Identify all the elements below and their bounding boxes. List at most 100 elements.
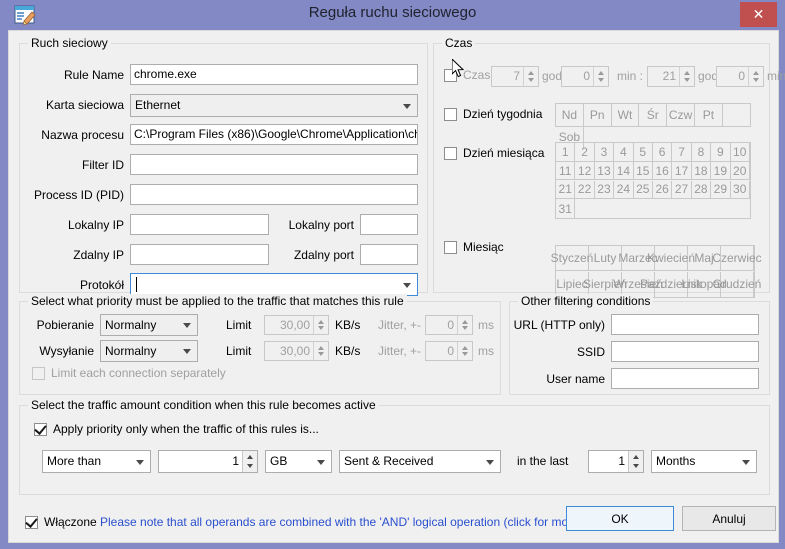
period-spin-buttons[interactable]	[628, 451, 643, 472]
filter-id-input[interactable]	[130, 154, 418, 175]
monthday-cell-27[interactable]: 27	[672, 180, 692, 200]
download-limit-spinner[interactable]: 30,00	[264, 315, 329, 335]
upload-jitter-spinner[interactable]: 0	[425, 341, 473, 361]
ssid-input[interactable]	[611, 341, 759, 362]
operator-combo[interactable]: More than	[42, 450, 151, 473]
weekday-cell-Pt[interactable]: Pt	[695, 104, 723, 126]
download-limit-spin-buttons[interactable]	[313, 316, 328, 334]
weekday-cell-Pn[interactable]: Pn	[584, 104, 612, 126]
to-minute-spinner[interactable]: 0	[716, 66, 764, 87]
monthday-cell-28[interactable]: 28	[691, 180, 712, 200]
monthday-cell-4[interactable]: 4	[614, 143, 634, 162]
monthday-cell-1[interactable]: 1	[556, 143, 576, 162]
monthday-cell-2[interactable]: 2	[575, 143, 595, 162]
weekday-checkbox[interactable]	[444, 108, 457, 121]
monthday-cell-18[interactable]: 18	[691, 161, 712, 181]
monthday-cell-8[interactable]: 8	[691, 143, 712, 162]
download-priority-combo[interactable]: Normalny	[100, 314, 198, 336]
pid-input[interactable]	[130, 184, 418, 205]
monthday-cell-7[interactable]: 7	[672, 143, 692, 162]
monthday-cell-22[interactable]: 22	[575, 180, 595, 200]
monthday-cell-29[interactable]: 29	[711, 180, 731, 200]
operator-value: More than	[47, 454, 102, 468]
apply-priority-checkbox[interactable]	[34, 422, 47, 436]
adapter-combo[interactable]: Ethernet	[130, 94, 418, 117]
label-download-limit: Limit	[226, 318, 252, 332]
and-operation-info-link[interactable]: Please note that all operands are combin…	[100, 515, 606, 529]
ok-button[interactable]: OK	[566, 506, 674, 531]
month-cell-Czerwiec[interactable]: Czerwiec	[712, 246, 762, 271]
monthday-cell-26[interactable]: 26	[652, 180, 673, 200]
monthday-cell-24[interactable]: 24	[614, 180, 634, 200]
local-port-input[interactable]	[360, 214, 418, 235]
to-hour-spinner[interactable]: 21	[647, 66, 695, 87]
monthday-cell-5[interactable]: 5	[633, 143, 653, 162]
month-grid[interactable]: Styczeń Luty Marzec Kwiecień Maj Czerwiec Lipi…	[551, 245, 762, 298]
local-ip-input[interactable]	[130, 214, 269, 235]
process-name-input[interactable]: C:\Program Files (x86)\Google\Chrome\App…	[130, 124, 418, 145]
monthday-cell-19[interactable]: 19	[711, 161, 731, 181]
upload-jitter-spin-buttons[interactable]	[457, 342, 472, 360]
monthday-grid[interactable]: 1 2 3 4 5 6 7 8 9 10 11 12 13 14 15 16 17 18 19 20 21 22 23 24 2…	[555, 142, 751, 219]
monthday-cell-14[interactable]: 14	[614, 161, 634, 181]
unit-combo[interactable]: GB	[265, 450, 332, 473]
monthday-cell-3[interactable]: 3	[594, 143, 615, 162]
weekday-grid[interactable]: Nd Pn Wt Śr Czw Pt Sob	[555, 103, 751, 148]
monthday-cell-12[interactable]: 12	[575, 161, 595, 181]
monthday-cell-17[interactable]: 17	[672, 161, 692, 181]
weekday-cell-Nd[interactable]: Nd	[556, 104, 584, 126]
enabled-checkbox[interactable]	[25, 515, 38, 529]
download-jitter-spin-buttons[interactable]	[457, 316, 472, 334]
rule-name-input[interactable]: chrome.exe	[130, 64, 418, 85]
close-button[interactable]: ✕	[740, 2, 777, 27]
period-unit-combo[interactable]: Months	[651, 450, 757, 473]
from-hour-spinner[interactable]: 7	[491, 66, 539, 87]
from-hour-spin-buttons[interactable]	[523, 67, 538, 86]
url-input[interactable]	[611, 314, 759, 335]
remote-port-input[interactable]	[360, 244, 418, 265]
monthday-cell-31[interactable]: 31	[556, 199, 576, 218]
monthday-cell-21[interactable]: 21	[556, 180, 576, 200]
download-jitter-spinner[interactable]: 0	[425, 315, 473, 335]
period-spinner[interactable]: 1	[588, 450, 644, 473]
download-jitter-value: 0	[447, 318, 454, 332]
from-minute-spinner[interactable]: 0	[561, 66, 609, 87]
monthday-cell-11[interactable]: 11	[556, 161, 576, 181]
weekday-cell-Śr[interactable]: Śr	[639, 104, 668, 126]
limit-each-connection-checkbox[interactable]	[32, 367, 45, 380]
to-hour-spin-buttons[interactable]	[679, 67, 694, 86]
monthday-cell-25[interactable]: 25	[633, 180, 653, 200]
upload-limit-spinner[interactable]: 30,00	[264, 341, 329, 361]
label-rule-name: Rule Name	[63, 68, 124, 82]
month-cell-Luty[interactable]: Luty	[589, 246, 622, 271]
cancel-button[interactable]: Anuluj	[682, 506, 776, 531]
chevron-down-icon	[136, 459, 144, 465]
monthday-cell-13[interactable]: 13	[594, 161, 615, 181]
remote-ip-input[interactable]	[130, 244, 269, 265]
month-cell-Styczeń[interactable]: Styczeń	[551, 246, 593, 271]
amount-spin-buttons[interactable]	[242, 451, 257, 472]
monthday-cell-9[interactable]: 9	[711, 143, 731, 162]
monthday-cell-6[interactable]: 6	[652, 143, 673, 162]
monthday-checkbox[interactable]	[444, 147, 457, 160]
weekday-cell-Wt[interactable]: Wt	[612, 104, 640, 126]
amount-spinner[interactable]: 1	[158, 450, 258, 473]
from-minute-spin-buttons[interactable]	[593, 67, 608, 86]
monthday-cell-10[interactable]: 10	[730, 143, 750, 162]
monthday-cell-15[interactable]: 15	[633, 161, 653, 181]
monthday-cell-16[interactable]: 16	[652, 161, 673, 181]
monthday-cell-30[interactable]: 30	[730, 180, 750, 200]
monthday-cell-20[interactable]: 20	[730, 161, 750, 181]
monthday-cell-23[interactable]: 23	[594, 180, 615, 200]
month-checkbox[interactable]	[444, 241, 457, 254]
label-download-jitter: Jitter, +-	[378, 318, 422, 332]
upload-priority-combo[interactable]: Normalny	[100, 340, 198, 362]
weekday-cell-Czw[interactable]: Czw	[667, 104, 695, 126]
protocol-combo[interactable]	[130, 273, 418, 296]
month-cell-Kwiecień[interactable]: Kwiecień	[647, 246, 695, 271]
username-input[interactable]	[611, 368, 759, 389]
month-cell-Grudzień[interactable]: Grudzień	[713, 271, 761, 297]
direction-combo[interactable]: Sent & Received	[339, 450, 501, 473]
to-minute-spin-buttons[interactable]	[748, 67, 763, 86]
upload-limit-spin-buttons[interactable]	[313, 342, 328, 360]
